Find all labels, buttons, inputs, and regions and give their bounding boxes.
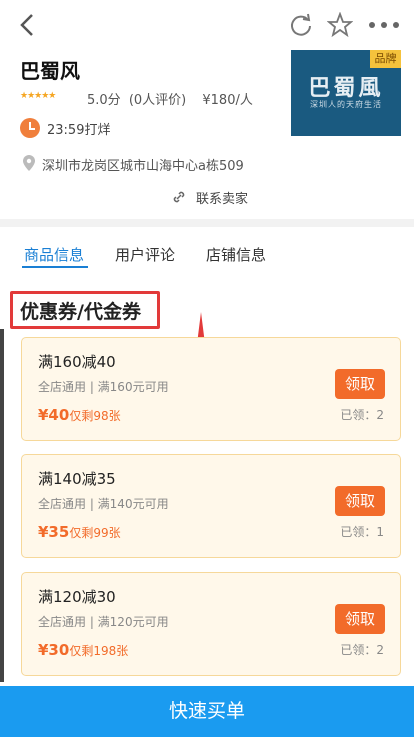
back-icon[interactable] [16, 12, 38, 38]
coupon-title: 满120减30 [38, 588, 116, 606]
coupon-amount: ¥40 [38, 406, 70, 424]
tab-user-reviews[interactable]: 用户评论 [115, 244, 175, 265]
contact-seller-link[interactable]: 联系卖家 [196, 188, 248, 207]
review-count: (0人评价) [128, 93, 187, 108]
coupon-remain: 仅剩98张 [69, 409, 121, 423]
shop-name: 巴蜀风 [20, 59, 80, 83]
shop-address[interactable]: 深圳市龙岗区城市山海中心a栋509 [42, 155, 244, 174]
highlight-box [10, 291, 160, 329]
coupon-remain: 仅剩99张 [69, 526, 121, 540]
coupon-title: 满160减40 [38, 353, 116, 371]
claimed-count: 已领：1 [340, 525, 384, 539]
clock-icon [20, 118, 40, 138]
active-tab-underline [22, 266, 88, 268]
scroll-edge [0, 329, 4, 682]
logo-subtext: 深圳人的天府生活 [310, 100, 382, 109]
location-pin-icon [23, 155, 35, 171]
claimed-count: 已领：2 [340, 408, 384, 422]
coupon-amount: ¥30 [38, 641, 70, 659]
quick-pay-button[interactable]: 快速买单 [0, 686, 414, 737]
tab-shop-info[interactable]: 店铺信息 [206, 244, 266, 265]
favorite-icon[interactable] [327, 12, 353, 38]
rating-stars: ★★★★★ [20, 91, 56, 101]
coupon-price: ¥30仅剩198张 [38, 641, 128, 659]
coupon-desc: 全店通用 | 满120元可用 [38, 615, 169, 629]
coupon-amount: ¥35 [38, 523, 70, 541]
business-hours: 23:59打烊 [47, 123, 111, 138]
coupon-price: ¥40仅剩98张 [38, 406, 121, 424]
claim-button[interactable]: 领取 [335, 604, 385, 634]
coupon-desc: 全店通用 | 满160元可用 [38, 380, 169, 394]
more-icon[interactable] [366, 12, 402, 38]
claim-button[interactable]: 领取 [335, 486, 385, 516]
claim-button[interactable]: 领取 [335, 369, 385, 399]
brand-badge: 品牌 [370, 50, 401, 68]
coupon-desc: 全店通用 | 满140元可用 [38, 497, 169, 511]
coupon-card: 满120减30 全店通用 | 满120元可用 ¥30仅剩198张 领取 已领：2 [21, 572, 401, 676]
avg-price: ¥180/人 [202, 93, 253, 108]
tab-product-info[interactable]: 商品信息 [24, 244, 84, 265]
rating-summary: 5.0分 (0人评价) ¥180/人 [87, 89, 257, 108]
refresh-icon[interactable] [288, 12, 314, 38]
coupon-card: 满140减35 全店通用 | 满140元可用 ¥35仅剩99张 领取 已领：1 [21, 454, 401, 558]
link-icon [173, 191, 185, 203]
logo-text: 巴蜀風 [308, 76, 384, 101]
coupon-title: 满140减35 [38, 470, 116, 488]
coupon-price: ¥35仅剩99张 [38, 523, 121, 541]
coupon-remain: 仅剩198张 [69, 644, 129, 658]
rating-score: 5.0分 [87, 93, 121, 108]
claimed-count: 已领：2 [340, 643, 384, 657]
coupon-card: 满160减40 全店通用 | 满160元可用 ¥40仅剩98张 领取 已领：2 [21, 337, 401, 441]
